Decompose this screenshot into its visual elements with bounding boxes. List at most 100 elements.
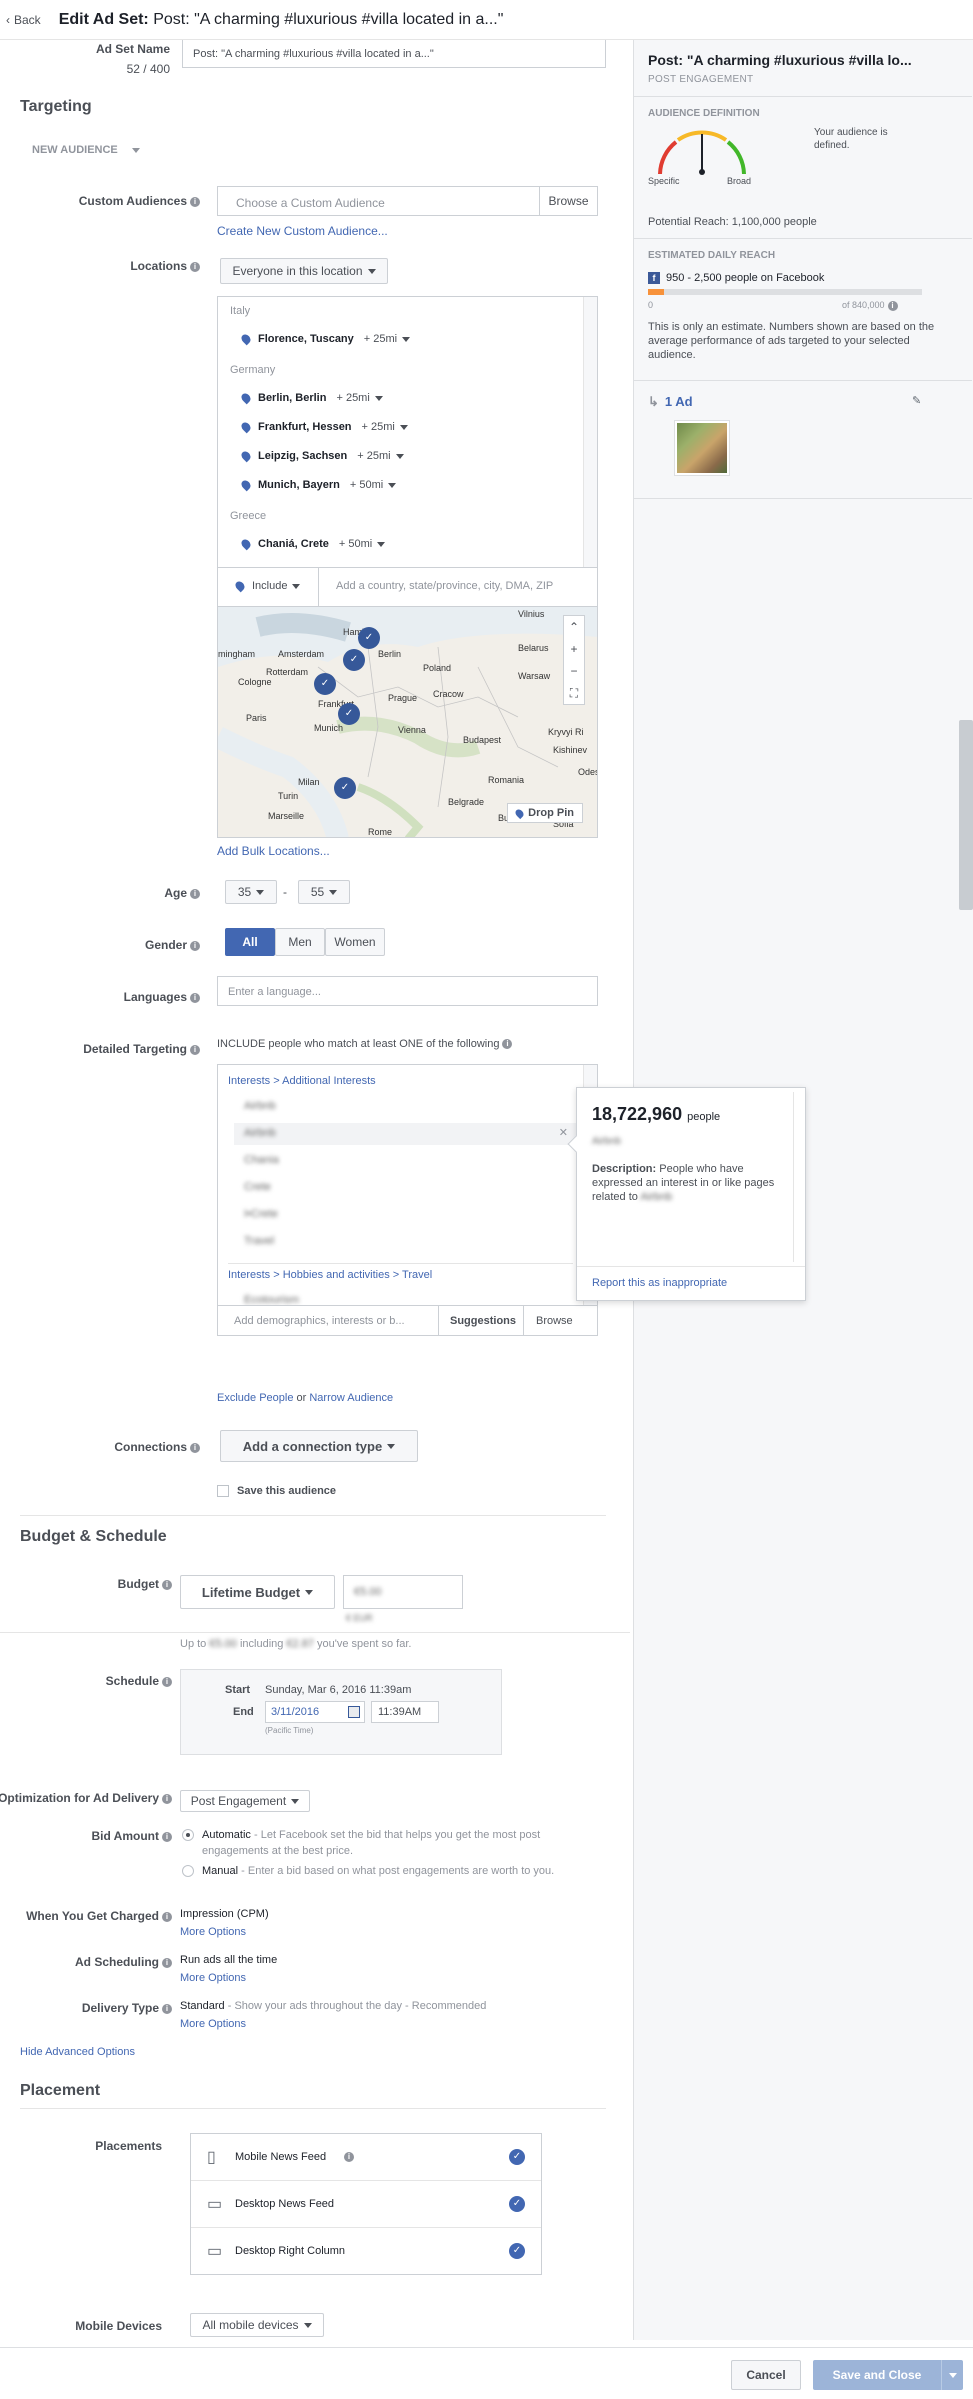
budget-amount-input[interactable]: €5.00 [343,1575,463,1609]
ads-count[interactable]: ↳ 1 Ad [648,394,693,410]
detailed-input[interactable]: Add demographics, interests or b... [234,1315,405,1327]
save-options-dropdown[interactable] [941,2360,963,2390]
exclude-people-link[interactable]: Exclude People [217,1392,293,1404]
age-min-dropdown[interactable]: 35 [225,880,277,904]
gender-women-button[interactable]: Women [325,928,385,956]
create-custom-audience-link[interactable]: Create New Custom Audience... [217,224,388,238]
browse-button[interactable]: Browse [539,187,597,215]
add-bulk-locations-link[interactable]: Add Bulk Locations... [217,844,330,858]
info-icon[interactable]: i [190,196,200,207]
more-options-link[interactable]: More Options [180,2018,246,2030]
narrow-audience-link[interactable]: Narrow Audience [309,1392,393,1404]
edit-pencil-icon[interactable]: ✎ [912,394,921,407]
zoom-in-button[interactable]: + [564,638,584,660]
interest-item[interactable]: Airbnb [234,1096,578,1118]
gender-men-button[interactable]: Men [275,928,325,956]
add-connection-type-button[interactable]: Add a connection type [220,1430,418,1462]
map-up-icon[interactable]: ⌃ [564,616,584,638]
reach-bar [648,289,922,295]
gender-all-button[interactable]: All [225,928,275,956]
info-icon[interactable]: i [190,940,200,951]
location-item[interactable]: Berlin, Berlin + 25mi [239,391,383,405]
map-label: Vilnius [518,609,545,619]
info-icon[interactable]: i [190,992,200,1003]
calendar-icon[interactable] [348,1706,360,1718]
interest-item[interactable]: Chania [234,1150,578,1172]
location-input[interactable]: Add a country, state/province, city, DMA… [336,580,553,592]
locations-dropdown[interactable]: Everyone in this location [220,258,388,284]
browse-interests-button[interactable]: Browse [536,1315,573,1327]
hide-advanced-options-link[interactable]: Hide Advanced Options [20,2046,135,2058]
page-scrollbar-thumb[interactable] [959,720,973,910]
location-map[interactable]: Hamb Vilnius mingham Amsterdam Berlin Belarus… [217,606,598,838]
interest-item[interactable]: Ecotourism [234,1290,309,1305]
info-icon[interactable]: i [162,1793,172,1804]
remove-icon[interactable]: ✕ [559,1126,568,1139]
back-button[interactable]: ‹ Back [0,13,41,27]
save-and-close-button[interactable]: Save and Close [813,2360,963,2390]
info-icon[interactable]: i [190,1442,200,1453]
age-max-dropdown[interactable]: 55 [298,880,350,904]
checkmark-icon[interactable]: ✓ [509,2149,525,2165]
locations-scrollbar[interactable] [583,297,597,567]
zoom-out-button[interactable]: − [564,660,584,682]
info-icon[interactable]: i [502,1039,513,1050]
suggestions-button[interactable]: Suggestions [450,1315,516,1327]
info-icon[interactable]: i [190,261,200,272]
info-icon[interactable]: i [190,888,200,899]
info-icon[interactable]: i [887,300,898,311]
tooltip-scrollbar[interactable] [793,1092,801,1262]
mobile-devices-dropdown[interactable]: All mobile devices [190,2313,324,2337]
location-item[interactable]: Munich, Bayern + 50mi [239,478,397,492]
more-options-link[interactable]: More Options [180,1972,246,1984]
end-date-input[interactable]: 3/11/2016 [265,1701,365,1723]
map-pin-berlin[interactable]: ✓ [358,627,380,649]
language-input[interactable]: Enter a language... [217,976,598,1006]
custom-audience-input[interactable]: Choose a Custom Audience Browse [217,186,598,216]
location-item[interactable]: Chaniá, Crete + 50mi [239,537,386,551]
location-item[interactable]: Leipzig, Sachsen + 25mi [239,449,404,463]
info-icon[interactable]: i [162,1676,172,1687]
map-pin-leipzig[interactable]: ✓ [343,649,365,671]
include-dropdown[interactable]: Include [233,579,301,593]
placement-item[interactable]: ▯ Mobile News Feed i ✓ [191,2134,541,2181]
info-icon[interactable]: i [162,1831,172,1842]
map-label: Warsaw [518,671,551,681]
map-pin-frankfurt[interactable]: ✓ [314,673,336,695]
save-audience-checkbox[interactable]: Save this audience [217,1485,336,1498]
adset-name-input[interactable]: Post: "A charming #luxurious #villa loca… [182,40,606,68]
checkmark-icon[interactable]: ✓ [509,2196,525,2212]
info-icon[interactable]: i [162,2003,172,2014]
placement-item[interactable]: ▭ Desktop Right Column ✓ [191,2228,541,2275]
interest-item[interactable]: Airbnb ✕ [234,1123,578,1145]
report-inappropriate-link[interactable]: Report this as inappropriate [592,1277,727,1289]
bid-manual-option[interactable]: Manual - Enter a bid based on what post … [182,1863,602,1879]
info-icon[interactable]: i [190,1044,200,1055]
map-pin-munich[interactable]: ✓ [338,703,360,725]
optimization-dropdown[interactable]: Post Engagement [180,1790,310,1812]
fullscreen-icon[interactable]: ⛶ [564,682,584,704]
info-icon[interactable]: i [162,1911,172,1922]
map-label: Turin [278,791,299,801]
more-options-link[interactable]: More Options [180,1926,246,1938]
drop-pin-button[interactable]: Drop Pin [507,803,583,823]
bid-automatic-option[interactable]: Automatic - Let Facebook set the bid tha… [182,1827,602,1857]
interest-item[interactable]: Ι•Crete [234,1204,578,1226]
location-item[interactable]: Frankfurt, Hessen + 25mi [239,420,408,434]
cancel-button[interactable]: Cancel [731,2360,801,2390]
sidebar-title: Post: "A charming #luxurious #villa lo..… [648,52,912,68]
budget-type-dropdown[interactable]: Lifetime Budget [180,1575,335,1609]
end-time-input[interactable]: 11:39AM [371,1701,439,1723]
location-item[interactable]: Florence, Tuscany + 25mi [239,332,411,346]
ad-thumbnail[interactable] [674,420,730,476]
new-audience-dropdown[interactable]: NEW AUDIENCE [32,144,140,156]
map-pin-florence[interactable]: ✓ [334,777,356,799]
info-icon[interactable]: i [344,2152,354,2162]
placement-item[interactable]: ▭ Desktop News Feed ✓ [191,2181,541,2228]
info-icon[interactable]: i [162,1579,172,1590]
interest-item[interactable]: Crete [234,1177,578,1199]
info-icon[interactable]: i [162,1957,172,1968]
checkmark-icon[interactable]: ✓ [509,2243,525,2259]
map-label: Cologne [238,677,272,687]
interest-item[interactable]: Travel [234,1231,578,1253]
